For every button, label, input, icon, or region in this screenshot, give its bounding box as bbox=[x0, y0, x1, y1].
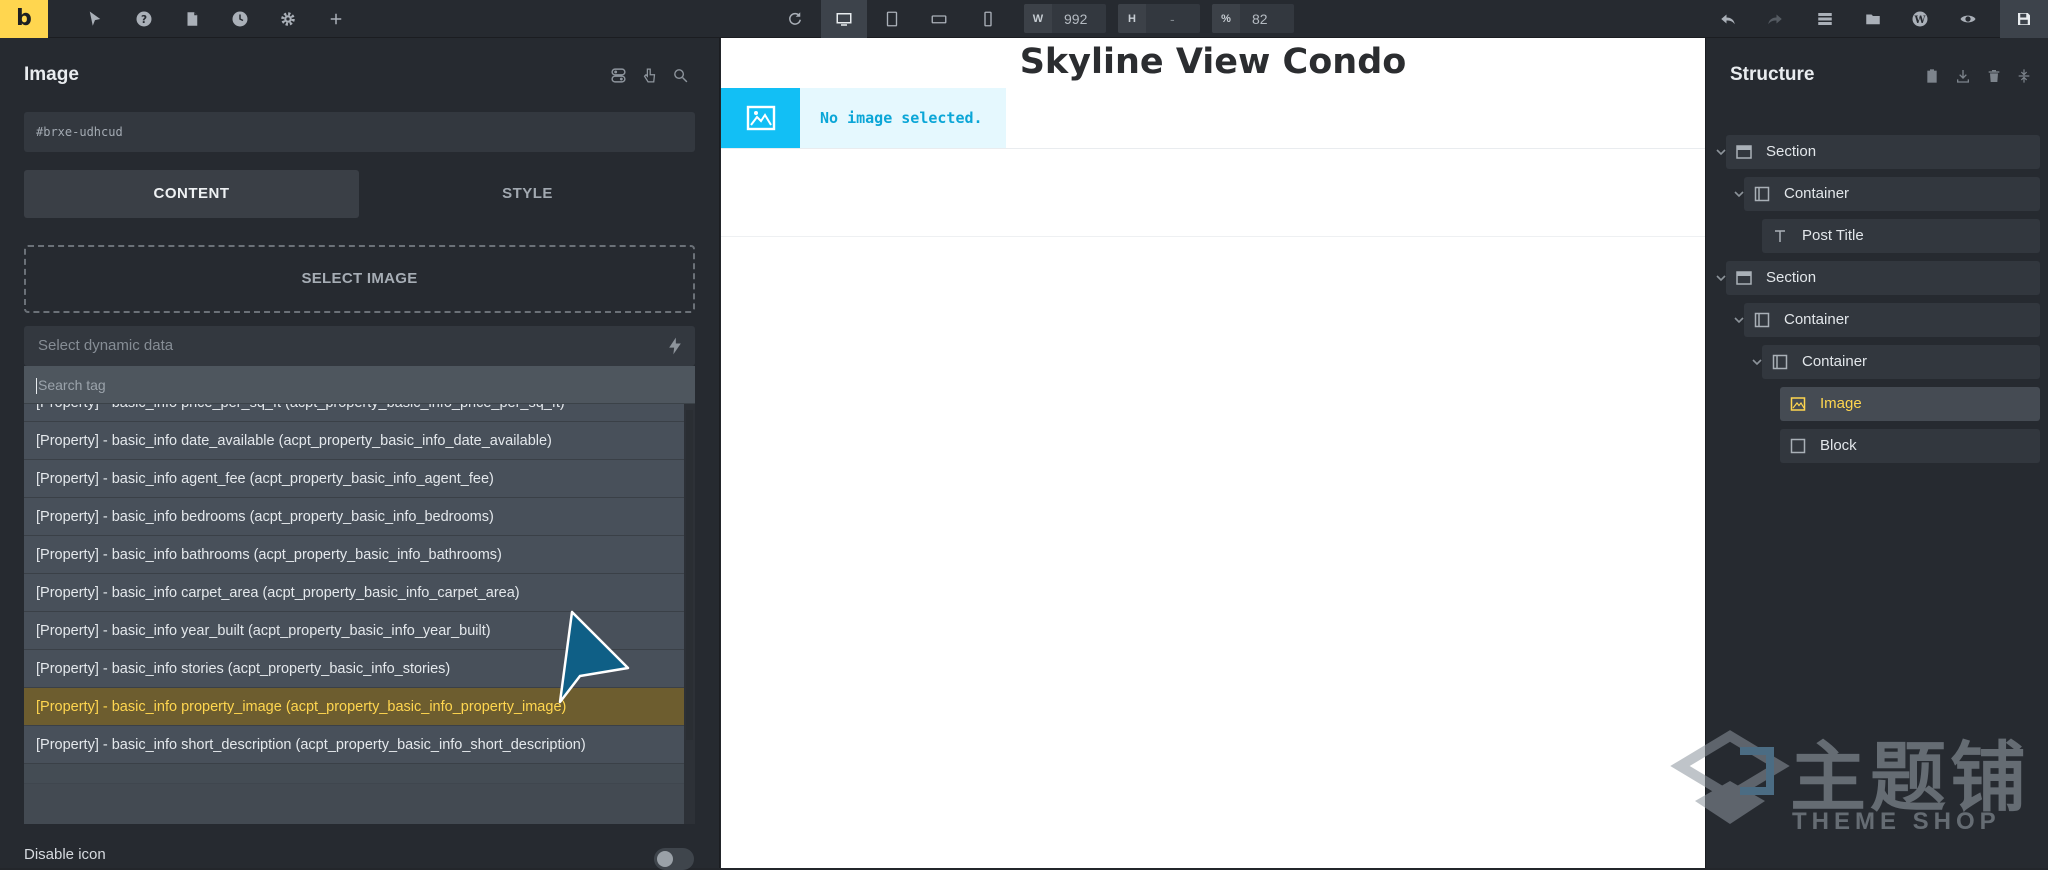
block-icon bbox=[1790, 438, 1806, 454]
structure-title: Structure bbox=[1730, 64, 1815, 85]
list-item[interactable]: [Property] - basic_info price_per_sq_ft … bbox=[24, 404, 684, 422]
post-title[interactable]: Skyline View Condo bbox=[721, 42, 1705, 82]
scrollbar-thumb[interactable] bbox=[686, 410, 693, 740]
dynamic-data-select[interactable]: Select dynamic data bbox=[24, 326, 695, 366]
dynamic-data-placeholder: Select dynamic data bbox=[38, 337, 174, 354]
preview-icon[interactable] bbox=[1945, 0, 1991, 38]
section-divider bbox=[721, 236, 1705, 237]
list-item[interactable]: [Property] - basic_info agent_fee (acpt_… bbox=[24, 460, 684, 498]
element-id-field[interactable]: #brxe-udhcud bbox=[24, 112, 695, 152]
node-label: Container bbox=[1784, 185, 1850, 202]
svg-text:W: W bbox=[1914, 15, 1927, 26]
mobile-portrait-icon[interactable] bbox=[965, 0, 1011, 38]
redo-icon[interactable] bbox=[1752, 0, 1798, 38]
builder-canvas[interactable]: Skyline View Condo No image selected. bbox=[721, 38, 1705, 868]
structure-node-container[interactable]: Container bbox=[1744, 177, 2040, 211]
node-label: Section bbox=[1766, 143, 1817, 160]
dropdown-scrollbar[interactable] bbox=[684, 404, 695, 824]
structure-node-container[interactable]: Container bbox=[1762, 345, 2040, 379]
toggle-icon[interactable] bbox=[607, 64, 629, 86]
height-label: H bbox=[1118, 4, 1146, 33]
undo-icon[interactable] bbox=[1705, 0, 1751, 38]
watermark-en-text: THEME SHOP bbox=[1792, 808, 2001, 835]
list-item-partial bbox=[24, 764, 684, 784]
structure-node-container[interactable]: Container bbox=[1744, 303, 2040, 337]
add-icon[interactable] bbox=[313, 0, 359, 38]
disable-icon-toggle[interactable] bbox=[654, 848, 694, 870]
section-icon bbox=[1736, 145, 1752, 159]
node-label: Block bbox=[1820, 437, 1857, 454]
structure-node-post-title[interactable]: Post Title bbox=[1762, 219, 2040, 253]
image-icon bbox=[1790, 397, 1806, 411]
settings-icon[interactable] bbox=[265, 0, 311, 38]
search-tag-input[interactable]: Search tag bbox=[24, 366, 695, 404]
structure-node-image[interactable]: Image bbox=[1780, 387, 2040, 421]
mobile-landscape-icon[interactable] bbox=[916, 0, 962, 38]
trash-icon[interactable] bbox=[1983, 65, 2005, 87]
section-icon bbox=[1736, 271, 1752, 285]
container-icon bbox=[1772, 354, 1788, 370]
select-image-button[interactable]: SELECT IMAGE bbox=[24, 245, 695, 313]
image-placeholder[interactable]: No image selected. bbox=[721, 88, 1006, 148]
hand-pointer-icon[interactable] bbox=[638, 64, 660, 86]
toggle-knob bbox=[657, 851, 673, 867]
pages-icon[interactable] bbox=[169, 0, 215, 38]
canvas-height-field[interactable]: H - bbox=[1118, 4, 1200, 33]
no-image-text: No image selected. bbox=[820, 109, 983, 127]
canvas-width-field[interactable]: W 992 bbox=[1024, 4, 1106, 33]
disable-icon-label: Disable icon bbox=[24, 846, 106, 863]
node-label: Image bbox=[1820, 395, 1862, 412]
builder-logo[interactable]: b bbox=[0, 0, 48, 38]
tab-content[interactable]: CONTENT bbox=[24, 170, 359, 218]
pointer-arrow-overlay bbox=[558, 610, 630, 704]
list-item[interactable]: [Property] - basic_info bedrooms (acpt_p… bbox=[24, 498, 684, 536]
desktop-icon[interactable] bbox=[821, 0, 867, 38]
element-settings-panel: Image #brxe-udhcud CONTENT STYLE SELECT … bbox=[0, 38, 720, 870]
structure-node-block[interactable]: Block bbox=[1780, 429, 2040, 463]
search-tag-placeholder: Search tag bbox=[38, 377, 106, 393]
bolt-icon[interactable] bbox=[665, 336, 685, 356]
history-icon[interactable] bbox=[217, 0, 263, 38]
refresh-icon[interactable] bbox=[772, 0, 818, 38]
image-icon bbox=[721, 88, 800, 148]
structure-node-section[interactable]: Section bbox=[1726, 135, 2040, 169]
clipboard-icon[interactable] bbox=[1921, 65, 1943, 87]
node-label: Container bbox=[1802, 353, 1868, 370]
tab-style[interactable]: STYLE bbox=[360, 170, 695, 218]
list-item[interactable]: [Property] - basic_info carpet_area (acp… bbox=[24, 574, 684, 612]
node-label: Container bbox=[1784, 311, 1850, 328]
pointer-icon[interactable] bbox=[72, 0, 118, 38]
help-icon[interactable]: ? bbox=[121, 0, 167, 38]
wordpress-icon[interactable]: W bbox=[1897, 0, 1943, 38]
width-label: W bbox=[1024, 4, 1052, 33]
folder-icon[interactable] bbox=[1850, 0, 1896, 38]
save-icon[interactable] bbox=[2000, 0, 2048, 38]
top-toolbar: b ? W 992 H - % 82 W bbox=[0, 0, 2048, 38]
text-icon bbox=[1775, 230, 1785, 242]
search-icon[interactable] bbox=[669, 64, 691, 86]
structure-node-section[interactable]: Section bbox=[1726, 261, 2040, 295]
list-item[interactable]: [Property] - basic_info short_descriptio… bbox=[24, 726, 684, 764]
zoom-value[interactable]: 82 bbox=[1240, 11, 1268, 27]
list-item[interactable]: [Property] - basic_info date_available (… bbox=[24, 422, 684, 460]
node-label: Section bbox=[1766, 269, 1817, 286]
section-divider bbox=[721, 148, 1705, 149]
list-item[interactable]: [Property] - basic_info bathrooms (acpt_… bbox=[24, 536, 684, 574]
panel-title: Image bbox=[24, 64, 79, 85]
width-value[interactable]: 992 bbox=[1052, 11, 1087, 27]
container-icon bbox=[1754, 312, 1770, 328]
svg-text:?: ? bbox=[141, 14, 147, 26]
height-value[interactable]: - bbox=[1146, 11, 1175, 27]
download-icon[interactable] bbox=[1952, 65, 1974, 87]
container-icon bbox=[1754, 186, 1770, 202]
canvas-zoom-field[interactable]: % 82 bbox=[1212, 4, 1294, 33]
tablet-portrait-icon[interactable] bbox=[869, 0, 915, 38]
collapse-icon[interactable] bbox=[2013, 65, 2035, 87]
node-label: Post Title bbox=[1802, 227, 1864, 244]
structure-icon[interactable] bbox=[1802, 0, 1848, 38]
text-cursor bbox=[36, 378, 37, 395]
zoom-label: % bbox=[1212, 4, 1240, 33]
